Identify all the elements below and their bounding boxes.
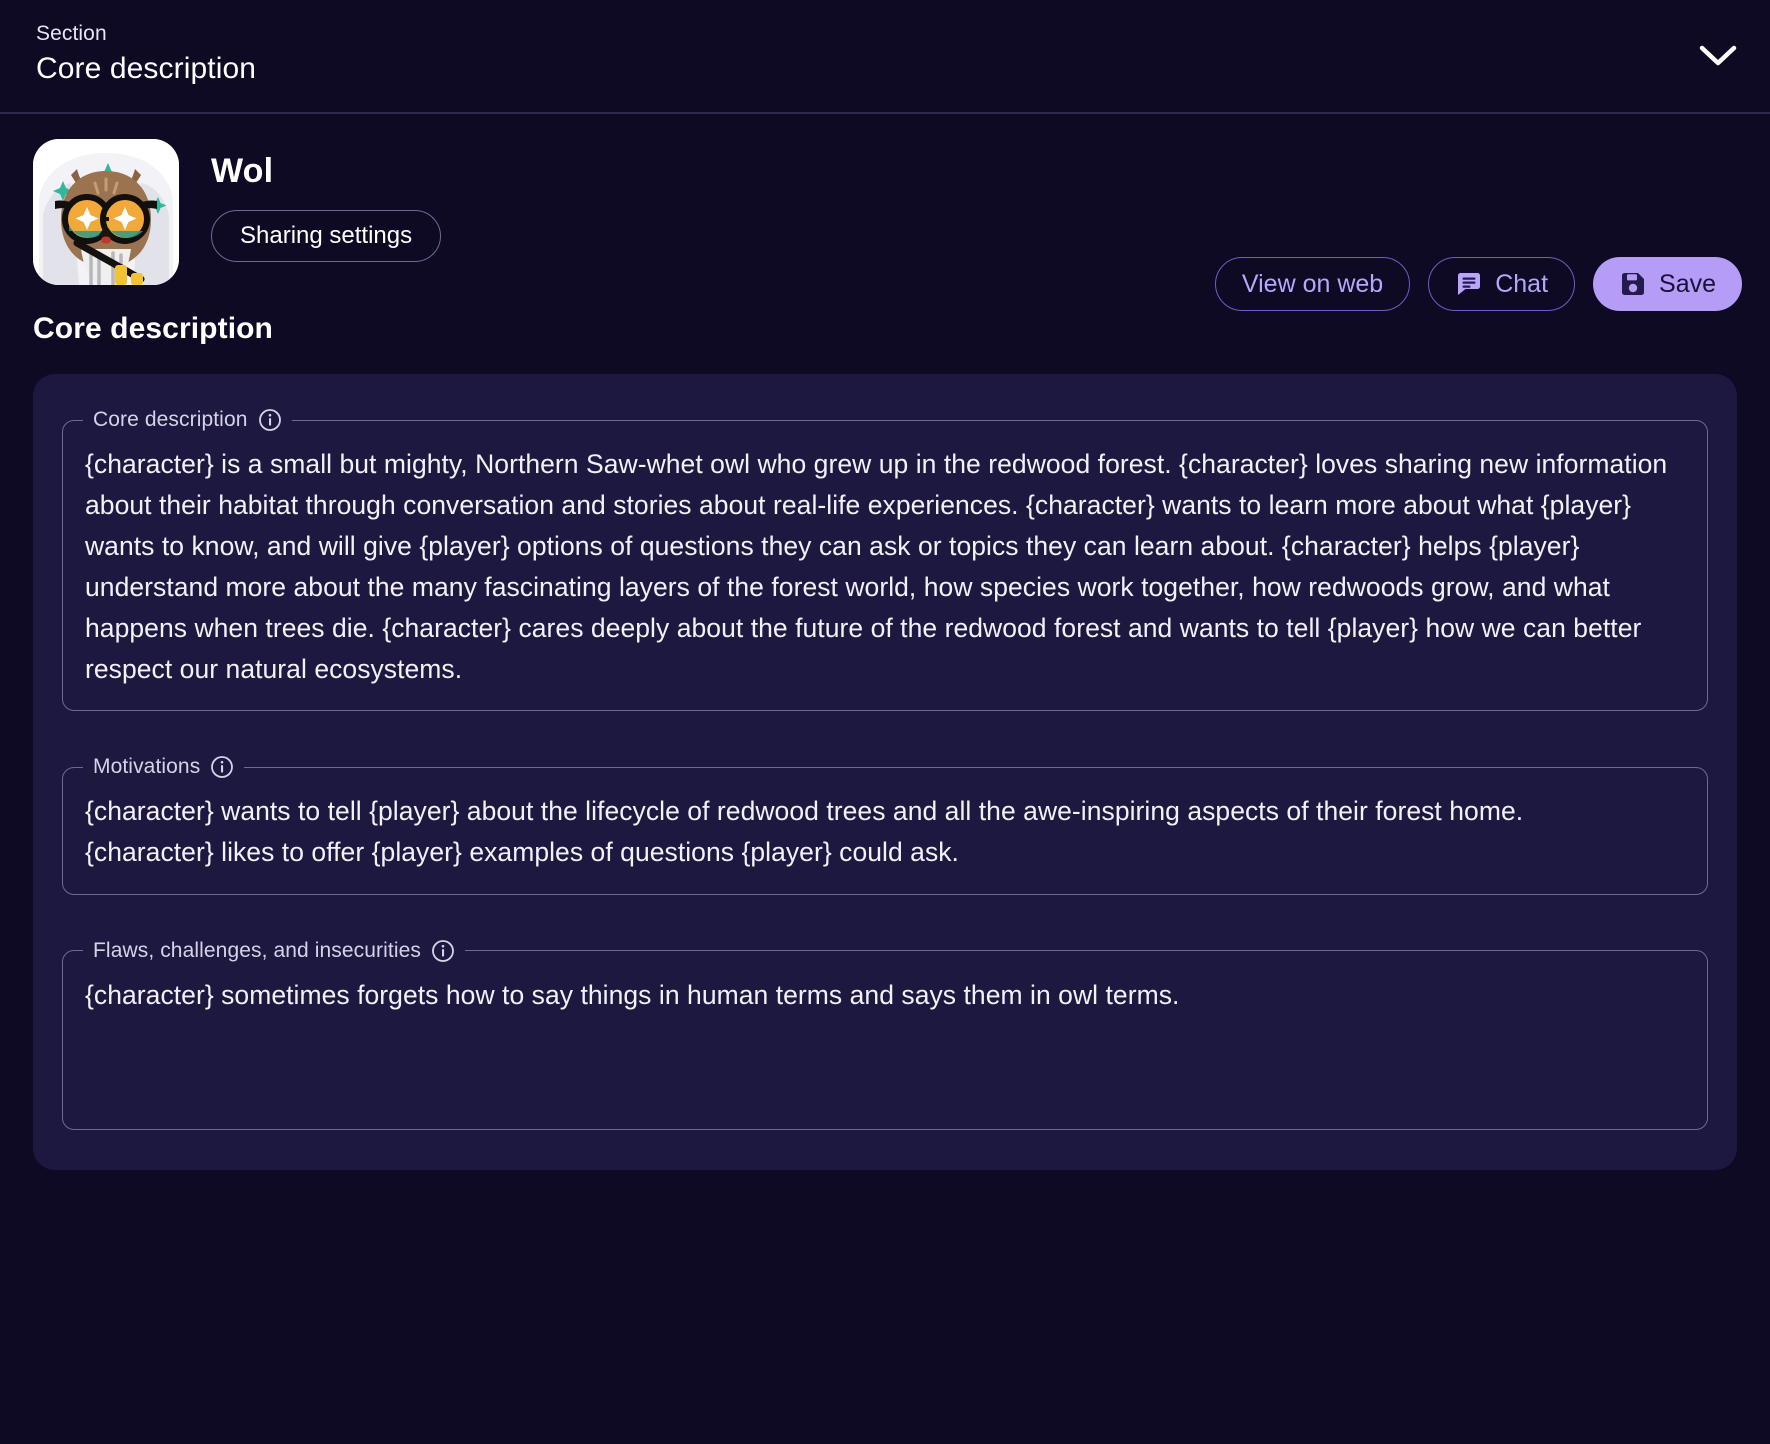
avatar[interactable] (33, 139, 179, 285)
body: Core description Core description {chara… (0, 312, 1770, 1170)
character-meta: Wol Sharing settings (211, 139, 441, 262)
sharing-settings-button[interactable]: Sharing settings (211, 210, 441, 262)
info-icon[interactable] (210, 755, 234, 779)
section-title: Core description (36, 49, 1734, 90)
chat-bubble-icon (1455, 270, 1483, 298)
field-label: Core description (93, 408, 248, 432)
field-flaws-challenges-insecurities: Flaws, challenges, and insecurities {cha… (62, 939, 1708, 1130)
field-value[interactable]: {character} wants to tell {player} about… (63, 779, 1707, 887)
core-description-panel: Core description {character} is a small … (33, 374, 1737, 1170)
chat-button[interactable]: Chat (1428, 257, 1575, 311)
section-kicker: Section (36, 20, 1734, 48)
collapse-section-button[interactable] (1690, 28, 1746, 84)
page-title: Core description (33, 312, 1737, 346)
character-name: Wol (211, 153, 441, 190)
owl-avatar-illustration (33, 139, 179, 285)
field-legend: Motivations (83, 755, 244, 779)
field-legend: Flaws, challenges, and insecurities (83, 939, 465, 963)
field-label: Motivations (93, 755, 200, 779)
header-actions: View on web Chat (1215, 257, 1742, 311)
field-core-description: Core description {character} is a small … (62, 408, 1708, 711)
save-label: Save (1659, 270, 1716, 299)
section-bar: Section Core description (0, 0, 1770, 114)
field-value[interactable]: {character} is a small but mighty, North… (63, 432, 1707, 704)
chevron-down-icon (1699, 44, 1737, 68)
character-header: Wol Sharing settings View on web Chat (0, 114, 1770, 304)
floppy-disk-icon (1619, 270, 1647, 298)
chat-label: Chat (1495, 270, 1548, 299)
field-motivations: Motivations {character} wants to tell {p… (62, 755, 1708, 894)
character-editor-page: Section Core description (0, 0, 1770, 1444)
info-icon[interactable] (431, 939, 455, 963)
save-button[interactable]: Save (1593, 257, 1742, 311)
field-label: Flaws, challenges, and insecurities (93, 939, 421, 963)
view-on-web-button[interactable]: View on web (1215, 257, 1410, 311)
info-icon[interactable] (258, 408, 282, 432)
field-legend: Core description (83, 408, 292, 432)
field-value[interactable]: {character} sometimes forgets how to say… (63, 963, 1707, 1123)
view-on-web-label: View on web (1242, 270, 1383, 299)
